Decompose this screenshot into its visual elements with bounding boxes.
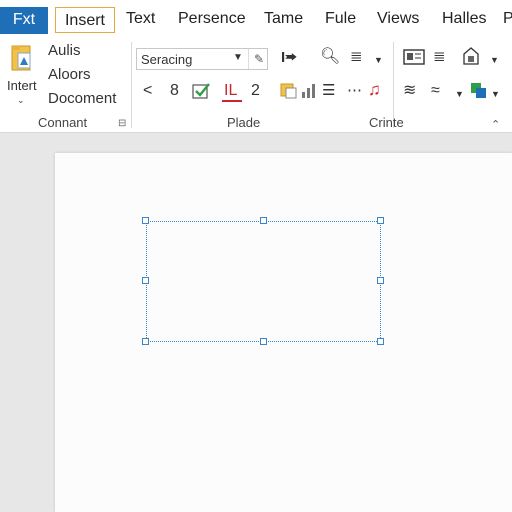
tab-insert[interactable]: Insert bbox=[55, 7, 115, 33]
wifi-icon[interactable]: ≋ bbox=[403, 83, 416, 99]
docoment-button[interactable]: Docoment bbox=[48, 90, 116, 107]
music-note-icon[interactable]: ♫ bbox=[368, 81, 381, 98]
tab-persence[interactable]: Persence bbox=[178, 6, 246, 32]
spacing-dropdown-value: Seracing bbox=[141, 52, 193, 67]
resize-handle-left[interactable] bbox=[142, 277, 149, 284]
chevron-down-icon: ▼ bbox=[233, 52, 243, 63]
dialog-launcher-icon[interactable]: ⊟ bbox=[118, 116, 126, 132]
tab-views[interactable]: Views bbox=[377, 6, 419, 32]
resize-handle-top[interactable] bbox=[260, 217, 267, 224]
text-direction-icon[interactable]: I🢚 bbox=[281, 50, 297, 66]
tab-fule[interactable]: Fule bbox=[325, 6, 356, 32]
underline-label: IL bbox=[224, 82, 238, 99]
chevron-down-icon[interactable]: ▼ bbox=[491, 86, 500, 102]
group-label-connant: Connant bbox=[38, 115, 88, 130]
resize-handle-top-right[interactable] bbox=[377, 217, 384, 224]
underline-bar bbox=[222, 100, 242, 102]
list-align-icon[interactable]: ≣ bbox=[433, 49, 446, 65]
format-painter-icon[interactable]: ✎ bbox=[248, 49, 269, 69]
number-8-button[interactable]: 8 bbox=[170, 83, 179, 99]
chevron-down-icon[interactable]: ▼ bbox=[455, 86, 464, 102]
wave-icon[interactable]: ≈ bbox=[431, 83, 440, 99]
bar-chart-icon[interactable] bbox=[301, 83, 317, 99]
resize-handle-bottom-left[interactable] bbox=[142, 338, 149, 345]
tab-p[interactable]: P bbox=[503, 6, 512, 32]
bullet-list-icon[interactable]: ☰ bbox=[322, 83, 335, 99]
resize-handle-bottom-right[interactable] bbox=[377, 338, 384, 345]
tab-file[interactable]: Fxt bbox=[0, 7, 48, 34]
list-align-icon[interactable]: ≣ bbox=[350, 49, 363, 65]
home-doc-icon[interactable] bbox=[462, 46, 480, 66]
resize-handle-right[interactable] bbox=[377, 277, 384, 284]
folder-chart-icon[interactable] bbox=[280, 82, 302, 100]
intert-button[interactable]: Intert ⌄ bbox=[2, 40, 42, 110]
ribbon-tab-bar: Fxt Insert Text Persence Tame Fule Views… bbox=[0, 0, 512, 38]
chevron-down-icon[interactable]: ▼ bbox=[374, 52, 383, 68]
number-2-button[interactable]: 2 bbox=[251, 83, 260, 99]
resize-handle-bottom[interactable] bbox=[260, 338, 267, 345]
aulis-button[interactable]: Aulis bbox=[48, 42, 81, 59]
spacing-dropdown[interactable]: Seracing ▼ ✎ bbox=[136, 48, 268, 70]
intert-label: Intert bbox=[7, 78, 37, 93]
shapes-icon[interactable] bbox=[469, 81, 489, 101]
lines-icon[interactable]: ⋯ bbox=[347, 83, 362, 99]
group-label-plade: Plade bbox=[227, 115, 261, 130]
group-separator bbox=[131, 42, 132, 128]
group-label-crinte: Crinte bbox=[369, 115, 404, 130]
search-icon[interactable]: 🔍︎ bbox=[320, 49, 340, 65]
checkmark-box-icon[interactable] bbox=[192, 82, 212, 100]
aloors-button[interactable]: Aloors bbox=[48, 66, 91, 83]
tab-tame[interactable]: Tame bbox=[264, 6, 303, 32]
back-button[interactable]: < bbox=[143, 83, 152, 99]
selected-text-box[interactable] bbox=[146, 221, 381, 342]
underline-button[interactable]: IL bbox=[222, 81, 244, 103]
chevron-down-icon[interactable]: ▼ bbox=[490, 52, 499, 68]
chevron-down-icon: ⌄ bbox=[17, 95, 25, 105]
collapse-ribbon-icon[interactable]: ⌃ bbox=[491, 117, 500, 133]
id-card-icon[interactable] bbox=[403, 49, 425, 65]
tab-halles[interactable]: Halles bbox=[442, 6, 486, 32]
ribbon: Intert ⌄ Aulis Aloors Docoment Connant ⊟… bbox=[0, 38, 512, 133]
resize-handle-top-left[interactable] bbox=[142, 217, 149, 224]
document-folder-icon bbox=[11, 45, 31, 71]
tab-text[interactable]: Text bbox=[126, 6, 155, 32]
